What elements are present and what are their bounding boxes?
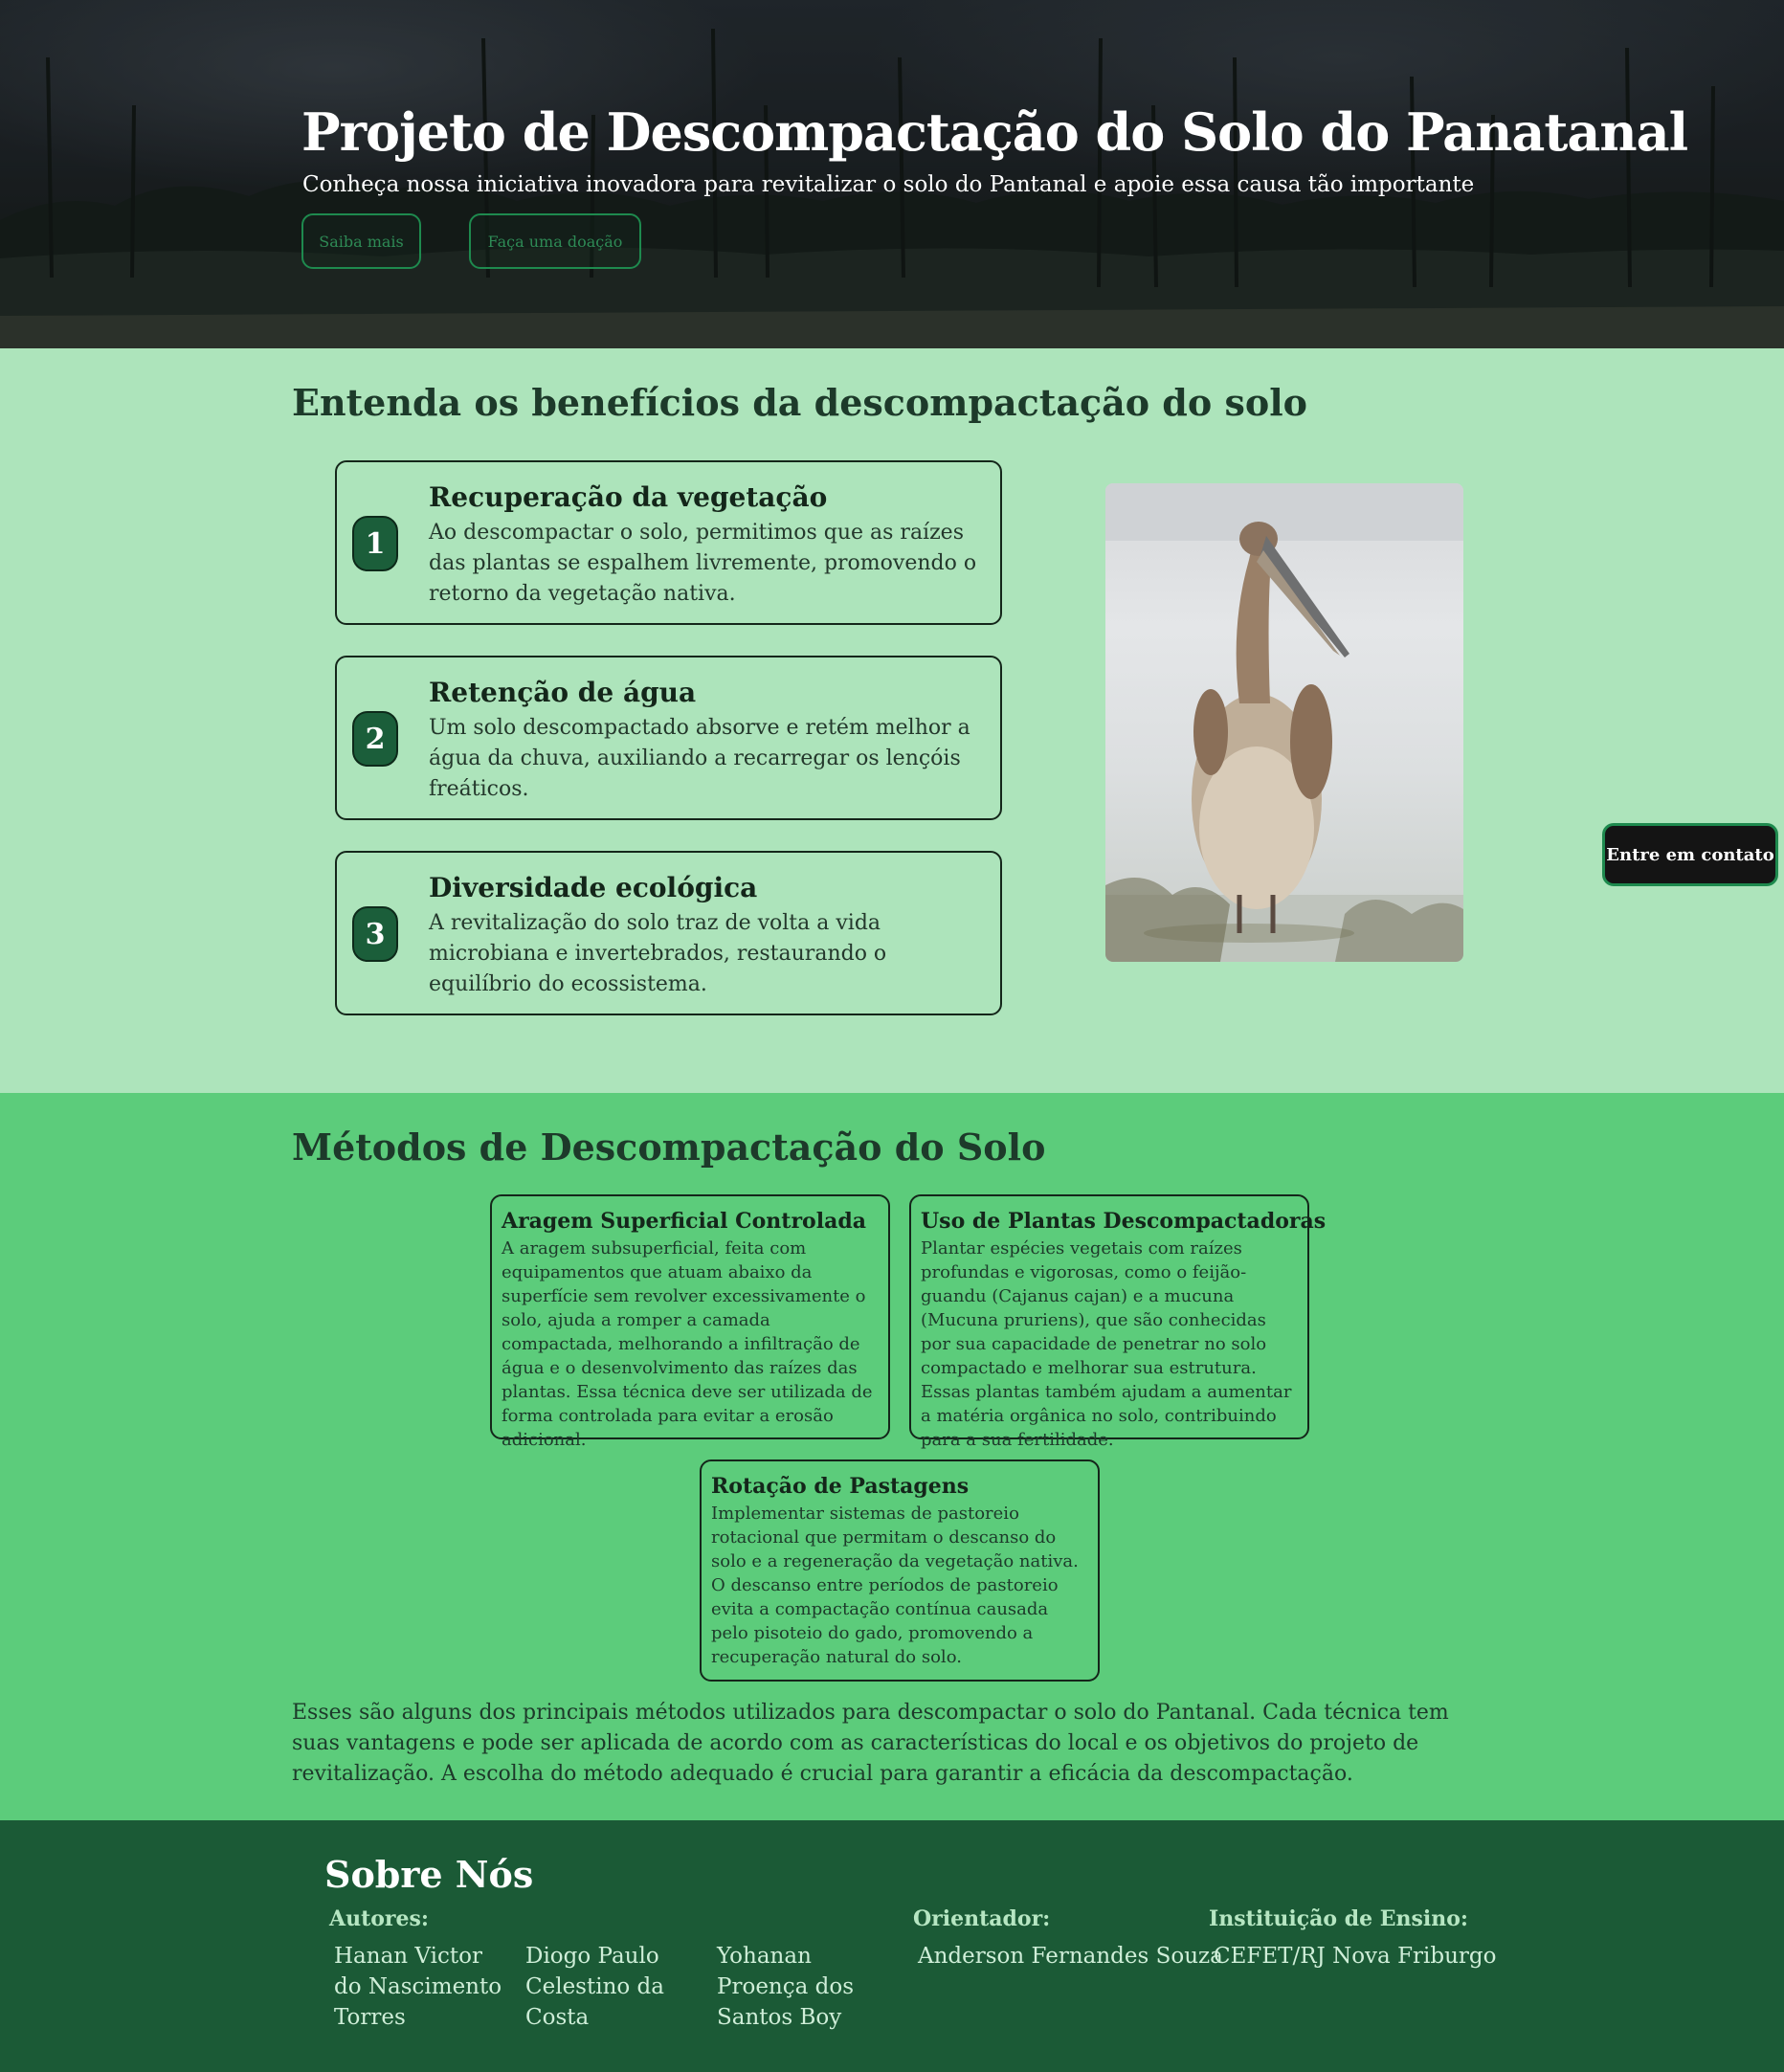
pelican-image xyxy=(1105,483,1463,962)
institution-name: CEFET/RJ Nova Friburgo xyxy=(1214,1944,1497,1969)
benefit-number: 1 xyxy=(352,516,398,571)
benefit-title: Retenção de água xyxy=(429,677,697,708)
benefits-section: Entenda os benefícios da descompactação … xyxy=(0,348,1784,1093)
institution-label: Instituição de Ensino: xyxy=(1209,1906,1469,1931)
methods-section: Métodos de Descompactação do Solo Aragem… xyxy=(0,1093,1784,1820)
hero-section: Projeto de Descompactação do Solo do Pan… xyxy=(0,0,1784,348)
benefit-text: Um solo descompactado absorve e retém me… xyxy=(429,716,970,801)
pelican-illustration xyxy=(1105,483,1463,962)
methods-summary: Esses são alguns dos principais métodos … xyxy=(292,1701,1449,1786)
author-name: Yohanan Proença dos Santos Boy xyxy=(717,1944,855,2030)
contact-button[interactable]: Entre em contato xyxy=(1602,823,1778,886)
benefit-card: 1 Recuperação da vegetação Ao descompact… xyxy=(335,460,1002,625)
about-footer: Sobre Nós Autores: Hanan Victor do Nasci… xyxy=(0,1820,1784,2072)
methods-title: Métodos de Descompactação do Solo xyxy=(292,1125,1046,1169)
advisor-label: Orientador: xyxy=(913,1906,1051,1931)
method-title: Rotação de Pastagens xyxy=(711,1474,970,1499)
method-card: Rotação de Pastagens Implementar sistema… xyxy=(700,1459,1100,1682)
donate-button[interactable]: Faça uma doação xyxy=(469,213,641,269)
method-text: Implementar sistemas de pastoreio rotaci… xyxy=(711,1504,1079,1667)
method-card: Aragem Superficial Controlada A aragem s… xyxy=(490,1194,890,1450)
method-title: Aragem Superficial Controlada xyxy=(502,1209,866,1234)
method-text: A aragem subsuperficial, feita com equip… xyxy=(502,1238,873,1450)
advisor-name: Anderson Fernandes Souza xyxy=(918,1944,1223,1969)
benefits-title: Entenda os benefícios da descompactação … xyxy=(292,381,1307,424)
learn-more-button[interactable]: Saiba mais xyxy=(301,213,421,269)
method-text: Plantar espécies vegetais com raízes pro… xyxy=(921,1238,1292,1450)
benefit-title: Diversidade ecológica xyxy=(429,872,758,903)
benefit-number: 3 xyxy=(352,906,398,962)
about-title: Sobre Nós xyxy=(324,1853,534,1896)
author-name: Hanan Victor do Nascimento Torres xyxy=(334,1944,502,2030)
benefit-card: 3 Diversidade ecológica A revitalização … xyxy=(335,851,1002,1015)
hero-subtitle: Conheça nossa iniciativa inovadora para … xyxy=(302,172,1475,197)
benefit-title: Recuperação da vegetação xyxy=(429,481,828,513)
author-name: Diogo Paulo Celestino da Costa xyxy=(525,1944,664,2030)
benefit-card: 2 Retenção de água Um solo descompactado… xyxy=(335,656,1002,820)
benefit-text: Ao descompactar o solo, permitimos que a… xyxy=(429,521,977,606)
authors-label: Autores: xyxy=(329,1906,429,1931)
method-title: Uso de Plantas Descompactadoras xyxy=(921,1209,1327,1234)
benefit-number: 2 xyxy=(352,711,398,767)
benefit-text: A revitalização do solo traz de volta a … xyxy=(429,911,887,996)
hero-title: Projeto de Descompactação do Solo do Pan… xyxy=(301,101,1688,163)
method-card: Uso de Plantas Descompactadoras Plantar … xyxy=(909,1194,1327,1450)
